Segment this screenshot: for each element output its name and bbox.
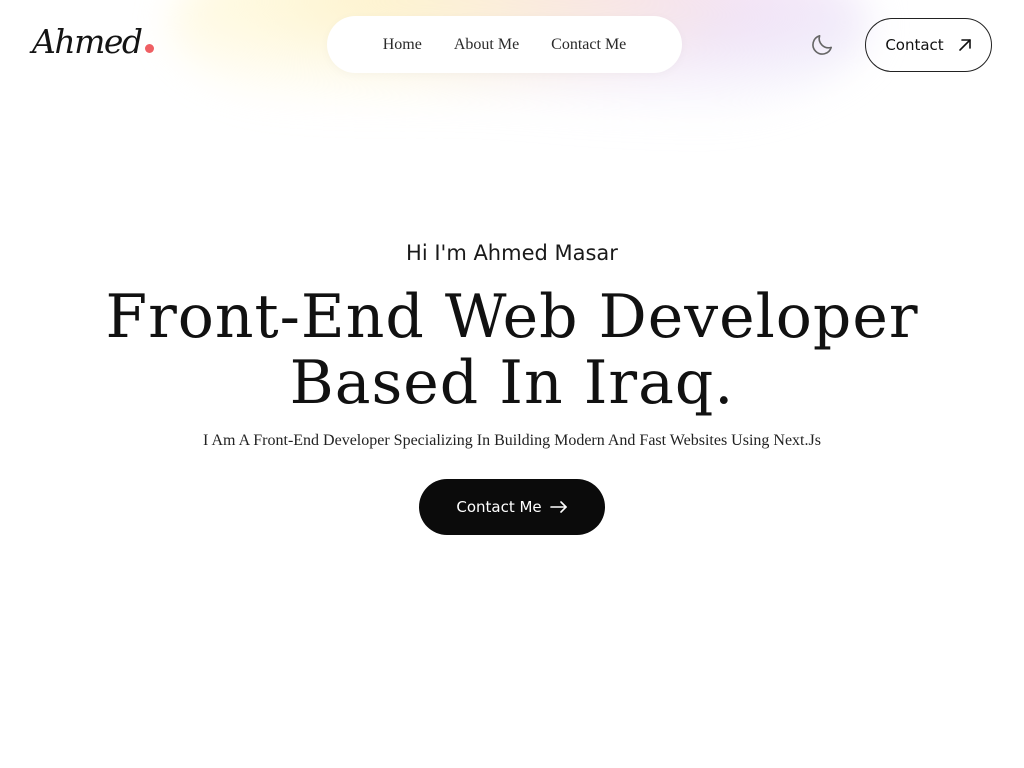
header-contact-label: Contact — [885, 36, 944, 54]
page: Ahmed Home About Me Contact Me Contact H… — [0, 0, 1024, 768]
moon-icon — [809, 32, 835, 58]
arrow-up-right-icon — [958, 38, 972, 52]
hero-greeting: Hi I'm Ahmed Masar — [406, 241, 618, 265]
logo[interactable]: Ahmed — [32, 20, 154, 64]
contact-me-button[interactable]: Contact Me — [419, 479, 605, 535]
logo-dot — [144, 44, 154, 53]
main-nav: Home About Me Contact Me — [327, 16, 682, 73]
arrow-right-icon — [549, 500, 568, 514]
hero-headline-line-1: Front-End Web Developer — [105, 282, 919, 352]
contact-me-button-label: Contact Me — [456, 498, 542, 516]
nav-link-contact-me[interactable]: Contact Me — [551, 36, 626, 54]
nav-link-home[interactable]: Home — [383, 36, 422, 54]
hero-headline-line-2: Based In Iraq. — [289, 348, 735, 418]
theme-toggle-button[interactable] — [808, 31, 836, 59]
header-contact-button[interactable]: Contact — [865, 18, 992, 72]
logo-text: Ahmed — [32, 22, 143, 61]
hero-tagline: I Am A Front-End Developer Specializing … — [203, 432, 821, 449]
hero-section: Hi I'm Ahmed Masar Front-End Web Develop… — [0, 236, 1024, 535]
hero-headline: Front-End Web Developer Based In Iraq. — [0, 284, 1024, 416]
nav-link-about-me[interactable]: About Me — [454, 36, 519, 54]
